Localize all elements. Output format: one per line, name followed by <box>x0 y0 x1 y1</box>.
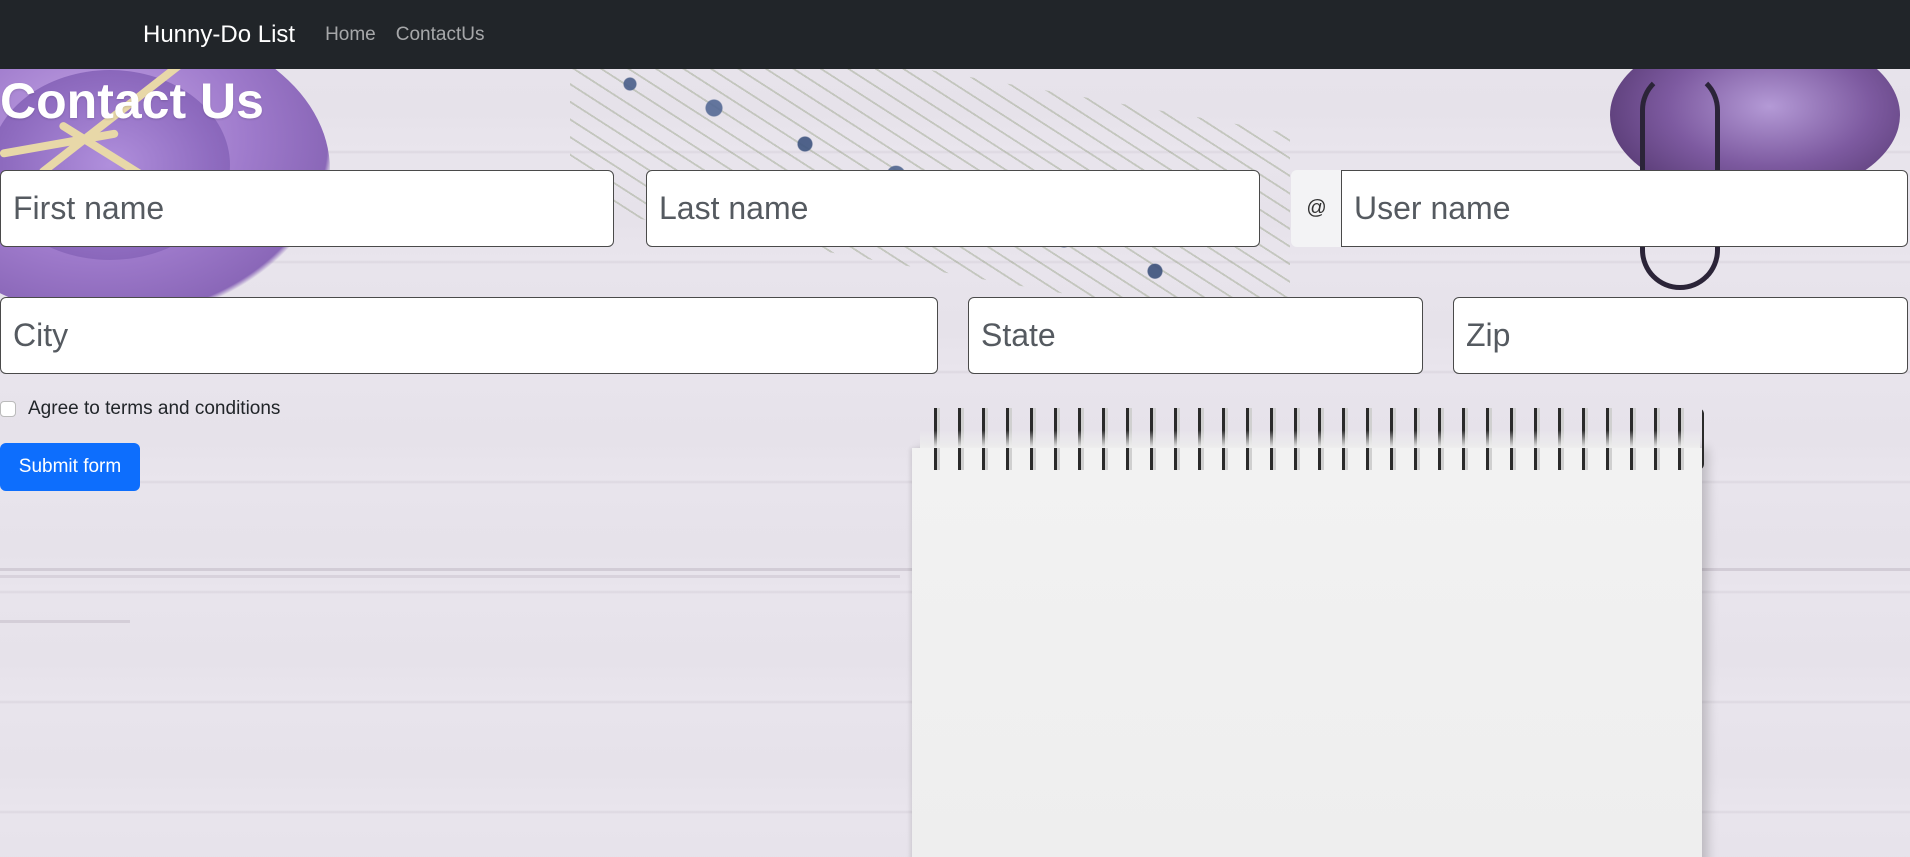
state-input[interactable] <box>968 297 1423 374</box>
first-name-input[interactable] <box>0 170 614 247</box>
notepad-decoration <box>912 448 1702 857</box>
page-title: Contact Us <box>0 73 264 129</box>
username-at-addon: @ <box>1291 170 1342 247</box>
last-name-input[interactable] <box>646 170 1260 247</box>
terms-label: Agree to terms and conditions <box>28 398 281 419</box>
zip-input[interactable] <box>1453 297 1908 374</box>
navbar-brand[interactable]: Hunny-Do List <box>143 21 295 49</box>
background-image <box>0 0 1910 857</box>
submit-form-button[interactable]: Submit form <box>0 443 140 491</box>
terms-checkbox[interactable] <box>0 401 16 417</box>
terms-checkbox-row[interactable]: Agree to terms and conditions <box>0 398 280 420</box>
username-input[interactable] <box>1341 170 1908 247</box>
navbar: Hunny-Do List Home ContactUs <box>0 0 1910 69</box>
nav-link-home[interactable]: Home <box>325 24 376 46</box>
city-input[interactable] <box>0 297 938 374</box>
nav-link-contactus[interactable]: ContactUs <box>396 24 485 46</box>
